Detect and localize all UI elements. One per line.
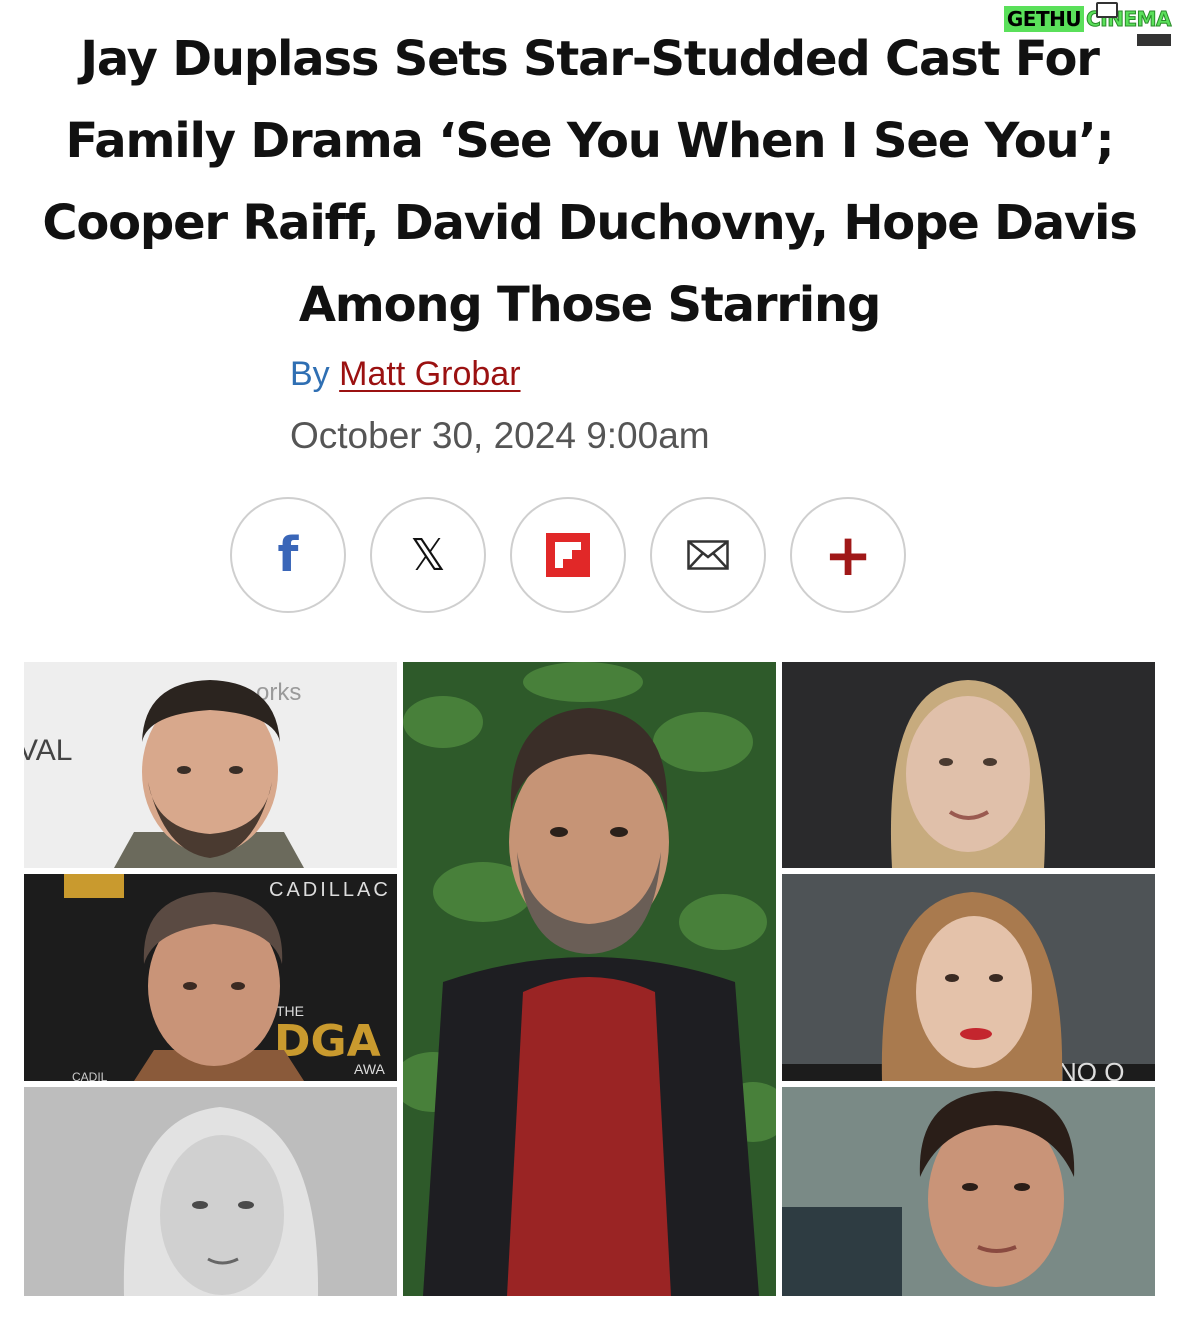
photo-man-red-sweater bbox=[403, 662, 776, 1296]
publish-date: October 30, 2024 9:00am bbox=[290, 415, 710, 456]
author-link[interactable]: Matt Grobar bbox=[339, 355, 520, 393]
x-icon: 𝕏 bbox=[410, 529, 446, 581]
facebook-icon: f bbox=[277, 527, 299, 583]
backdrop-text: CADILLAC bbox=[269, 879, 391, 901]
plus-icon: + bbox=[823, 521, 873, 589]
share-flipboard-button[interactable] bbox=[510, 497, 626, 613]
share-email-button[interactable] bbox=[650, 497, 766, 613]
photo-woman-red-lips: NO O bbox=[782, 874, 1155, 1081]
mail-icon bbox=[687, 540, 729, 570]
photo-man-gray-hair: CADILLAC THE DGA AWA CADIL bbox=[24, 874, 397, 1081]
photo-man-beard: orks VAL bbox=[24, 662, 397, 868]
share-bar: f 𝕏 + bbox=[230, 497, 906, 613]
article-headline: Jay Duplass Sets Star-Studded Cast For F… bbox=[42, 31, 1138, 333]
photo-woman-blonde-top bbox=[782, 662, 1155, 868]
photo-woman-dark-bangs bbox=[782, 1087, 1155, 1296]
byline: By Matt Grobar bbox=[290, 355, 521, 394]
backdrop-text: VAL bbox=[24, 734, 72, 767]
share-facebook-button[interactable]: f bbox=[230, 497, 346, 613]
backdrop-text: NO O bbox=[1058, 1057, 1124, 1081]
share-more-button[interactable]: + bbox=[790, 497, 906, 613]
cast-photo-collage: orks VAL CADILLAC THE DGA AWA CADIL NO O bbox=[24, 662, 1155, 1296]
camera-icon bbox=[1095, 2, 1118, 18]
flipboard-icon bbox=[546, 533, 590, 577]
byline-prefix: By bbox=[290, 355, 330, 393]
share-x-button[interactable]: 𝕏 bbox=[370, 497, 486, 613]
backdrop-text: CADIL bbox=[72, 1070, 108, 1081]
backdrop-text: AWA bbox=[354, 1061, 386, 1077]
photo-woman-blonde-bw bbox=[24, 1087, 397, 1296]
